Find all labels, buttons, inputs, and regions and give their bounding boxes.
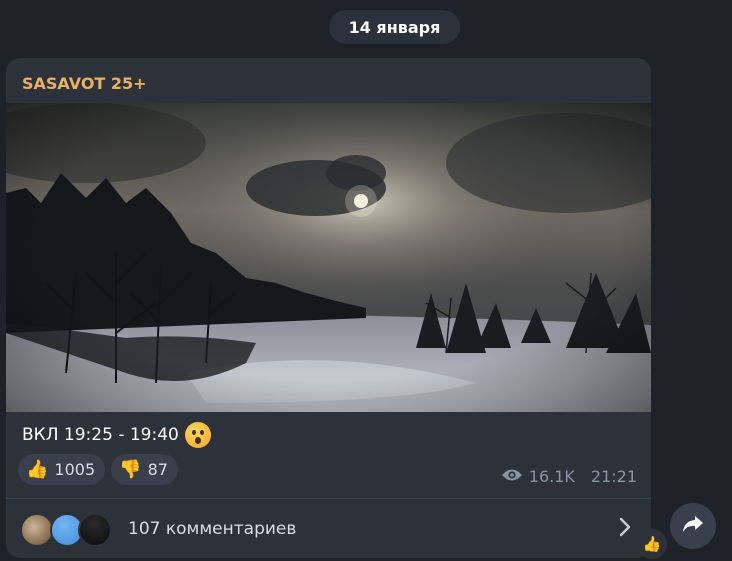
post-time: 21:21 — [590, 467, 637, 486]
share-arrow-icon — [682, 515, 704, 537]
commenter-avatars — [20, 511, 120, 547]
channel-name[interactable]: SASAVOT 25+ — [22, 74, 147, 93]
thumbs-up-emoji: 👍 — [26, 458, 49, 480]
quick-reaction-button[interactable]: 👍 — [637, 529, 667, 559]
comments-button[interactable]: 107 комментариев — [6, 499, 651, 558]
reaction-thumbs-up[interactable]: 👍 1005 — [18, 454, 106, 485]
message-bubble: SASAVOT 25+ ВКЛ 19:25 - 19:40 👍 1005 👎 8… — [6, 58, 651, 558]
reactions-bar: 👍 1005 👎 87 — [18, 454, 178, 485]
thumbs-up-emoji: 👍 — [642, 535, 662, 553]
share-button[interactable] — [670, 503, 716, 549]
hushed-face-emoji — [184, 422, 211, 448]
reaction-count: 1005 — [54, 460, 96, 479]
thumbs-down-emoji: 👎 — [119, 458, 142, 480]
caption-text: ВКЛ 19:25 - 19:40 — [22, 425, 179, 445]
winter-landscape-image — [6, 103, 651, 412]
chevron-right-icon — [619, 517, 631, 541]
reaction-count: 87 — [147, 460, 168, 479]
post-photo[interactable] — [6, 103, 651, 412]
avatar — [78, 512, 112, 547]
avatar — [20, 512, 54, 547]
reaction-thumbs-down[interactable]: 👎 87 — [111, 454, 178, 485]
post-caption: ВКЛ 19:25 - 19:40 — [22, 422, 211, 448]
eye-icon — [501, 467, 523, 486]
comments-count-label: 107 комментариев — [128, 518, 297, 539]
date-separator: 14 января — [329, 10, 460, 44]
view-count: 16.1K — [528, 467, 575, 486]
post-meta: 16.1K 21:21 — [501, 467, 637, 486]
